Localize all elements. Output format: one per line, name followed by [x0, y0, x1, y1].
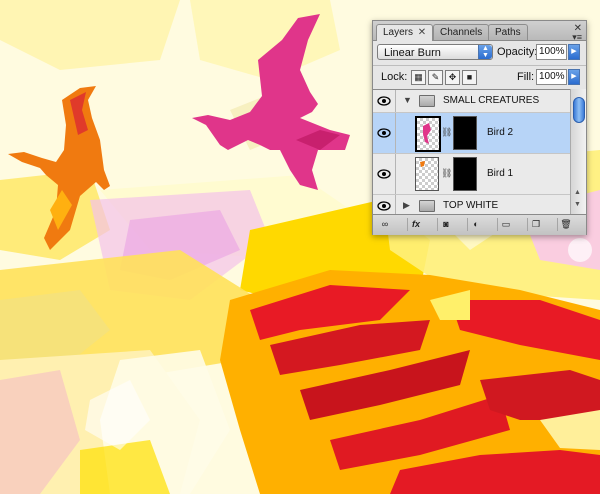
visibility-eye-icon[interactable] [373, 195, 396, 215]
lock-transparent-pixels-icon[interactable]: ▦ [411, 70, 426, 85]
layer-thumbnail[interactable] [415, 157, 439, 191]
layers-panel: Layers ✕ Channels Paths ✕ ▾≡ Linear Burn… [372, 20, 587, 235]
lock-label: Lock: [381, 71, 408, 83]
fx-icon[interactable]: fx [407, 218, 424, 231]
panel-tab-bar: Layers ✕ Channels Paths ✕ ▾≡ [373, 21, 586, 42]
layer-bird-1[interactable]: ⛓ Bird 1 [373, 154, 570, 195]
visibility-eye-icon[interactable] [373, 90, 396, 112]
tab-channels-label: Channels [440, 27, 483, 38]
lock-image-pixels-icon[interactable]: ✎ [428, 70, 443, 85]
tab-channels[interactable]: Channels [433, 24, 490, 40]
layer-thumbnail[interactable] [415, 116, 441, 152]
tab-paths[interactable]: Paths [488, 24, 528, 40]
layer-name: TOP WHITE [443, 200, 499, 211]
scroll-up-arrow-icon[interactable]: ▲ [574, 189, 581, 196]
adjustment-layer-icon[interactable]: ◐ [467, 218, 484, 231]
blend-mode-arrow-icon[interactable]: ▲ ▼ [478, 45, 492, 59]
layer-group-top-white[interactable]: ▶ TOP WHITE [373, 195, 570, 215]
layer-name: Bird 1 [487, 168, 514, 179]
scroll-down-arrow-icon[interactable]: ▼ [574, 201, 581, 208]
blend-row: Linear Burn ▲ ▼ Opacity: 100% ▶ [373, 41, 586, 64]
scrollbar-thumb[interactable] [573, 97, 585, 123]
visibility-eye-icon[interactable] [373, 113, 396, 153]
new-group-icon[interactable]: ▭ [497, 218, 514, 231]
add-mask-icon[interactable]: ◙ [437, 218, 454, 231]
layer-bird-2[interactable]: ⛓ Bird 2 [373, 113, 570, 154]
blend-mode-select[interactable]: Linear Burn ▲ ▼ [377, 44, 493, 60]
lock-row: Lock: ▦ ✎ ✥ ■ Fill: 100% ▶ [373, 65, 586, 88]
mask-link-icon[interactable]: ⛓ [441, 127, 452, 138]
tab-paths-label: Paths [495, 27, 521, 38]
folder-icon [419, 200, 435, 212]
mask-link-icon[interactable]: ⛓ [441, 168, 452, 179]
opacity-slider-button[interactable]: ▶ [568, 44, 580, 60]
visibility-eye-icon[interactable] [373, 154, 396, 194]
layers-scrollbar[interactable]: ▲ ▼ [570, 89, 586, 214]
layers-list: ▼ SMALL CREATURES ⛓ Bird 2 ⛓ Bird 1 ▶ TO… [373, 89, 570, 215]
link-layers-icon[interactable]: ∞ [377, 218, 393, 231]
new-layer-icon[interactable]: ❐ [527, 218, 544, 231]
layer-name: Bird 2 [487, 127, 514, 138]
fill-slider-button[interactable]: ▶ [568, 69, 580, 85]
layer-group-small-creatures[interactable]: ▼ SMALL CREATURES [373, 90, 570, 113]
fill-field[interactable]: 100% [536, 69, 567, 85]
collapse-triangle-icon[interactable]: ▶ [403, 200, 410, 211]
tab-layers-label: Layers [383, 27, 414, 38]
layer-name: SMALL CREATURES [443, 95, 540, 106]
opacity-label: Opacity: [497, 46, 538, 58]
tab-close-icon[interactable]: ✕ [418, 27, 426, 38]
fill-label: Fill: [517, 71, 535, 83]
opacity-field[interactable]: 100% [536, 44, 567, 60]
trash-icon[interactable]: 🗑 [557, 218, 574, 231]
expand-triangle-icon[interactable]: ▼ [403, 95, 412, 105]
folder-icon [419, 95, 435, 107]
tab-layers[interactable]: Layers ✕ [376, 24, 434, 41]
blend-mode-value: Linear Burn [384, 47, 441, 59]
lock-position-icon[interactable]: ✥ [445, 70, 460, 85]
lock-all-icon[interactable]: ■ [462, 70, 477, 85]
layer-mask-thumbnail[interactable] [453, 116, 477, 150]
panel-bottom-toolbar: ∞ fx ◙ ◐ ▭ ❐ 🗑 [373, 214, 586, 235]
layer-mask-thumbnail[interactable] [453, 157, 477, 191]
